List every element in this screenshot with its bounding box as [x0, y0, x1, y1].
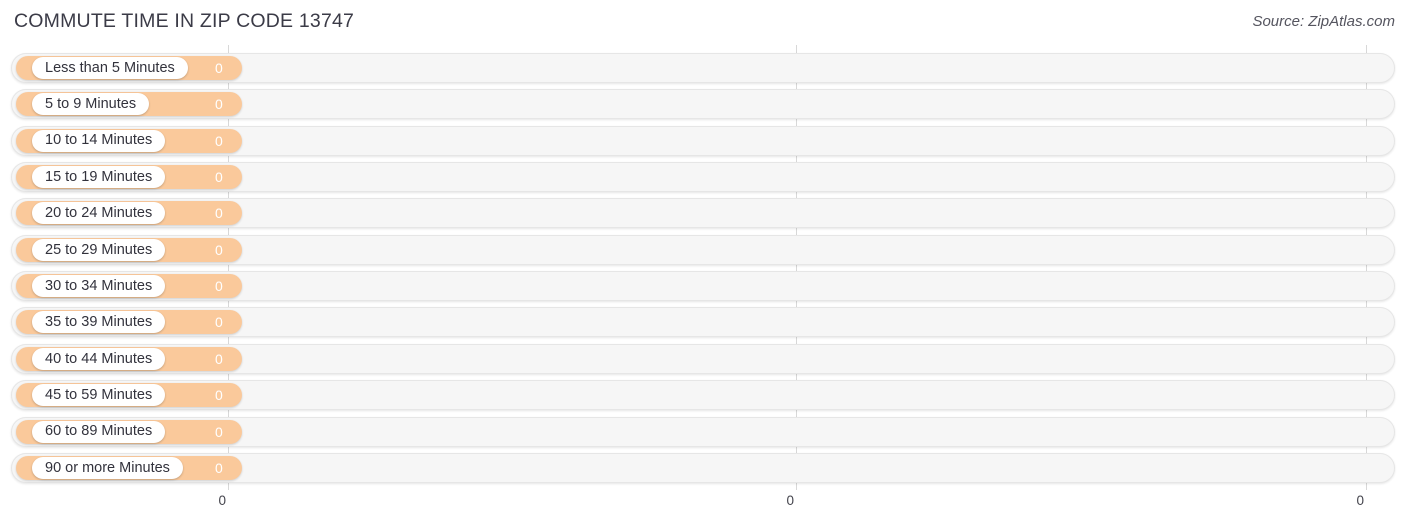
bar-label: 60 to 89 Minutes [45, 423, 153, 440]
bar-label-plate: 15 to 19 Minutes [32, 166, 166, 189]
x-axis: 0 0 0 [0, 490, 1406, 523]
bar-row[interactable]: 25 to 29 Minutes 0 [11, 234, 1395, 265]
chart-plot-area: Less than 5 Minutes 0 5 to 9 Minutes 0 10 to… [0, 45, 1406, 523]
page-title: COMMUTE TIME IN ZIP CODE 13747 [14, 10, 355, 32]
bar-value: 0 [215, 387, 223, 404]
bar-row[interactable]: 10 to 14 Minutes 0 [11, 125, 1395, 156]
bar-row[interactable]: 40 to 44 Minutes 0 [11, 343, 1395, 374]
bar-value: 0 [215, 459, 223, 476]
bar-value: 0 [215, 423, 223, 440]
bar-row[interactable]: 45 to 59 Minutes 0 [11, 380, 1395, 411]
x-axis-tick-label: 0 [786, 493, 794, 508]
bar-label-plate: 60 to 89 Minutes [32, 420, 166, 443]
bar-label: Less than 5 Minutes [45, 59, 175, 76]
bar-row[interactable]: 90 or more Minutes 0 [11, 452, 1395, 483]
bar-value: 0 [215, 169, 223, 186]
source-attribution: Source: ZipAtlas.com [1252, 13, 1395, 30]
bar-label-plate: 5 to 9 Minutes [32, 93, 150, 116]
bar-row[interactable]: 15 to 19 Minutes 0 [11, 162, 1395, 193]
bar-label-plate: 25 to 29 Minutes [32, 238, 166, 261]
x-axis-tick-label: 0 [218, 493, 226, 508]
bar-value: 0 [215, 278, 223, 295]
bar-row[interactable]: 30 to 34 Minutes 0 [11, 271, 1395, 302]
bar-label-plate: 45 to 59 Minutes [32, 384, 166, 407]
chart-header: COMMUTE TIME IN ZIP CODE 13747 Source: Z… [0, 0, 1406, 45]
bar-label-plate: Less than 5 Minutes [32, 57, 188, 79]
bar-label-plate: 35 to 39 Minutes [32, 311, 166, 334]
bar-label: 30 to 34 Minutes [45, 277, 153, 294]
bar-value: 0 [215, 350, 223, 367]
bar-row[interactable]: 5 to 9 Minutes 0 [11, 89, 1395, 120]
bar-label: 5 to 9 Minutes [45, 96, 137, 113]
x-axis-tick-label: 0 [1356, 493, 1364, 508]
bar-label-plate: 20 to 24 Minutes [32, 202, 166, 225]
bar-value: 0 [215, 205, 223, 222]
bar-label: 90 or more Minutes [45, 459, 170, 476]
bar-label: 15 to 19 Minutes [45, 168, 153, 185]
bar-value: 0 [215, 96, 223, 113]
bar-row[interactable]: 60 to 89 Minutes 0 [11, 416, 1395, 447]
bar-label: 20 to 24 Minutes [45, 205, 153, 222]
bar-value: 0 [215, 60, 223, 76]
bar-label-plate: 10 to 14 Minutes [32, 129, 166, 152]
bar-row[interactable]: 20 to 24 Minutes 0 [11, 198, 1395, 229]
bar-label-plate: 30 to 34 Minutes [32, 275, 166, 298]
bar-label: 25 to 29 Minutes [45, 241, 153, 258]
bar-label-plate: 90 or more Minutes [32, 456, 183, 479]
bar-label-plate: 40 to 44 Minutes [32, 347, 166, 370]
bar-label: 40 to 44 Minutes [45, 350, 153, 367]
bar-label: 45 to 59 Minutes [45, 386, 153, 403]
bar-value: 0 [215, 132, 223, 149]
bar-row[interactable]: Less than 5 Minutes 0 [11, 53, 1395, 83]
bar-row[interactable]: 35 to 39 Minutes 0 [11, 307, 1395, 338]
bar-label: 35 to 39 Minutes [45, 314, 153, 331]
bar-value: 0 [215, 241, 223, 258]
bar-label: 10 to 14 Minutes [45, 132, 153, 149]
bar-value: 0 [215, 314, 223, 331]
